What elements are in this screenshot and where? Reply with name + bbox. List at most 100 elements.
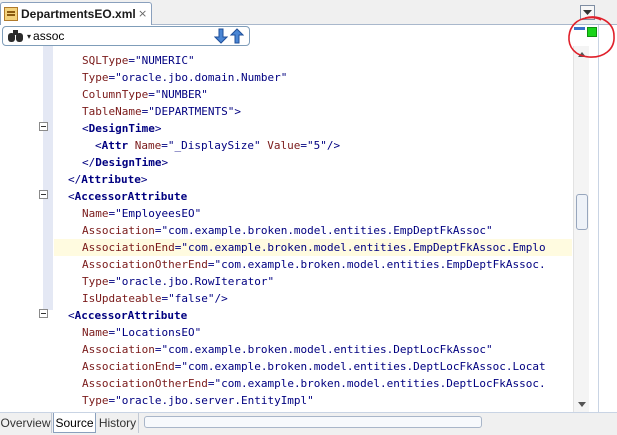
code-token: Association — [82, 224, 155, 237]
code-line[interactable]: SQLType="NUMERIC" — [54, 52, 195, 69]
code-line[interactable]: <Attr Name="_DisplaySize" Value="5"/> — [54, 137, 340, 154]
code-line[interactable]: <AccessorAttribute — [54, 307, 187, 324]
fold-toggle-icon[interactable] — [39, 122, 48, 131]
code-token: > — [140, 173, 148, 186]
code-line[interactable]: <AccessorAttribute — [54, 188, 187, 205]
code-token: /> — [214, 292, 228, 305]
code-token: Type — [82, 394, 109, 407]
code-line[interactable]: Association="com.example.broken.model.en… — [54, 341, 493, 358]
code-token: "EmployeesEO" — [115, 207, 202, 220]
code-token: SQLType — [82, 54, 129, 67]
code-line[interactable]: AssociationEnd="com.example.broken.model… — [54, 239, 572, 256]
code-line[interactable]: AssociationEnd="com.example.broken.model… — [54, 358, 546, 375]
code-area[interactable]: SQLType="NUMERIC" Type="oracle.jbo.domain… — [54, 46, 572, 412]
code-token: "com.example.broken.model.entities.DeptL… — [181, 360, 546, 373]
code-token: = — [300, 139, 307, 152]
code-token: AssociationEnd — [82, 241, 175, 254]
code-token: DesignTime — [95, 156, 162, 169]
code-token: Type — [82, 71, 109, 84]
code-line[interactable]: Association="com.example.broken.model.en… — [54, 222, 493, 239]
code-token: AccessorAttribute — [74, 190, 188, 203]
search-toolbar: ▾ assoc — [0, 25, 617, 46]
code-line[interactable]: AssociationOtherEnd="com.example.broken.… — [54, 256, 546, 273]
code-token: ColumnType — [82, 88, 149, 101]
code-token: </ — [68, 173, 82, 186]
code-token: "com.example.broken.model.entities.DeptL… — [214, 377, 546, 390]
tab-overview[interactable]: Overview — [0, 413, 52, 433]
code-line[interactable]: TableName="DEPARTMENTS"> — [54, 103, 241, 120]
horizontal-scroll-thumb[interactable] — [144, 416, 482, 428]
code-token: /> — [326, 139, 341, 152]
code-line[interactable]: Type="oracle.jbo.server.EntityImpl" — [54, 392, 314, 409]
code-token: "oracle.jbo.server.EntityImpl" — [115, 394, 314, 407]
code-line[interactable]: <DesignTime> — [54, 120, 161, 137]
search-options-caret-icon[interactable]: ▾ — [27, 32, 31, 41]
search-input[interactable]: assoc — [33, 29, 213, 43]
code-token: "5" — [306, 139, 327, 152]
code-token: < — [95, 139, 102, 152]
vertical-scroll-thumb[interactable] — [576, 194, 588, 230]
code-line[interactable]: IsUpdateable="false"/> — [54, 290, 228, 307]
code-token: AssociationEnd — [82, 360, 175, 373]
code-token: < — [82, 122, 89, 135]
bottom-tab-bar: Overview Source History — [0, 412, 617, 435]
search-box[interactable]: ▾ assoc — [2, 26, 250, 46]
error-stripe-marker — [574, 27, 585, 30]
code-token: AccessorAttribute — [74, 309, 188, 322]
scroll-down-icon[interactable] — [577, 399, 587, 409]
code-token: > — [234, 105, 241, 118]
code-token: IsUpdateable — [82, 292, 162, 305]
find-next-button[interactable] — [213, 28, 229, 44]
code-token: "com.example.broken.model.entities.EmpDe… — [161, 224, 493, 237]
code-line[interactable]: AssociationOtherEnd="com.example.broken.… — [54, 375, 546, 392]
code-line[interactable]: Type="oracle.jbo.RowIterator" — [54, 273, 274, 290]
code-line[interactable]: Type="oracle.jbo.domain.Number" — [54, 69, 287, 86]
code-token: TableName — [82, 105, 142, 118]
tab-title: DepartmentsEO.xml — [21, 7, 136, 21]
code-token: = — [148, 88, 155, 101]
code-token: "LocationsEO" — [115, 326, 202, 339]
tab-departments-eo-xml[interactable]: DepartmentsEO.xml × — [0, 2, 152, 25]
code-token: Association — [82, 343, 155, 356]
code-line[interactable]: </Attribute> — [54, 171, 147, 188]
code-token: = — [161, 139, 168, 152]
tab-list-dropdown-button[interactable] — [580, 5, 595, 20]
close-icon[interactable]: × — [138, 7, 147, 20]
status-indicator-icon[interactable] — [587, 27, 597, 37]
code-line[interactable]: Name="LocationsEO" — [54, 324, 201, 341]
code-token: "NUMBER" — [154, 88, 208, 101]
code-line[interactable]: </DesignTime> — [54, 154, 168, 171]
code-token: Name — [82, 326, 109, 339]
vertical-scrollbar[interactable] — [573, 46, 589, 412]
code-line[interactable]: Name="EmployeesEO" — [54, 205, 201, 222]
code-token: "com.example.broken.model.entities.EmpDe… — [181, 241, 546, 254]
code-token: = — [128, 54, 135, 67]
horizontal-scrollbar[interactable] — [140, 415, 584, 429]
code-token: Name — [134, 139, 162, 152]
code-token: Name — [82, 207, 109, 220]
code-token: "DEPARTMENTS" — [148, 105, 235, 118]
source-editor[interactable]: SQLType="NUMERIC" Type="oracle.jbo.domain… — [0, 46, 617, 412]
code-token: "oracle.jbo.RowIterator" — [115, 275, 275, 288]
code-token: Value — [267, 139, 301, 152]
code-token: > — [154, 122, 162, 135]
find-previous-button[interactable] — [229, 28, 245, 44]
right-side-panel — [598, 25, 617, 412]
gutter-change-bar — [43, 46, 53, 310]
scroll-up-icon[interactable] — [577, 49, 587, 59]
xml-file-icon — [4, 7, 18, 21]
code-line[interactable]: ColumnType="NUMBER" — [54, 86, 208, 103]
chevron-down-icon — [583, 9, 592, 15]
code-token: > — [161, 156, 169, 169]
fold-toggle-icon[interactable] — [39, 190, 48, 199]
code-token: < — [68, 190, 75, 203]
code-token: AssociationOtherEnd — [82, 258, 208, 271]
tab-source[interactable]: Source — [53, 413, 96, 433]
code-token: "NUMERIC" — [134, 54, 195, 67]
line-gutter — [0, 46, 54, 412]
code-token: Attr — [101, 139, 129, 152]
binoculars-icon[interactable] — [8, 29, 26, 43]
fold-toggle-icon[interactable] — [39, 309, 48, 318]
tab-history[interactable]: History — [97, 413, 139, 433]
